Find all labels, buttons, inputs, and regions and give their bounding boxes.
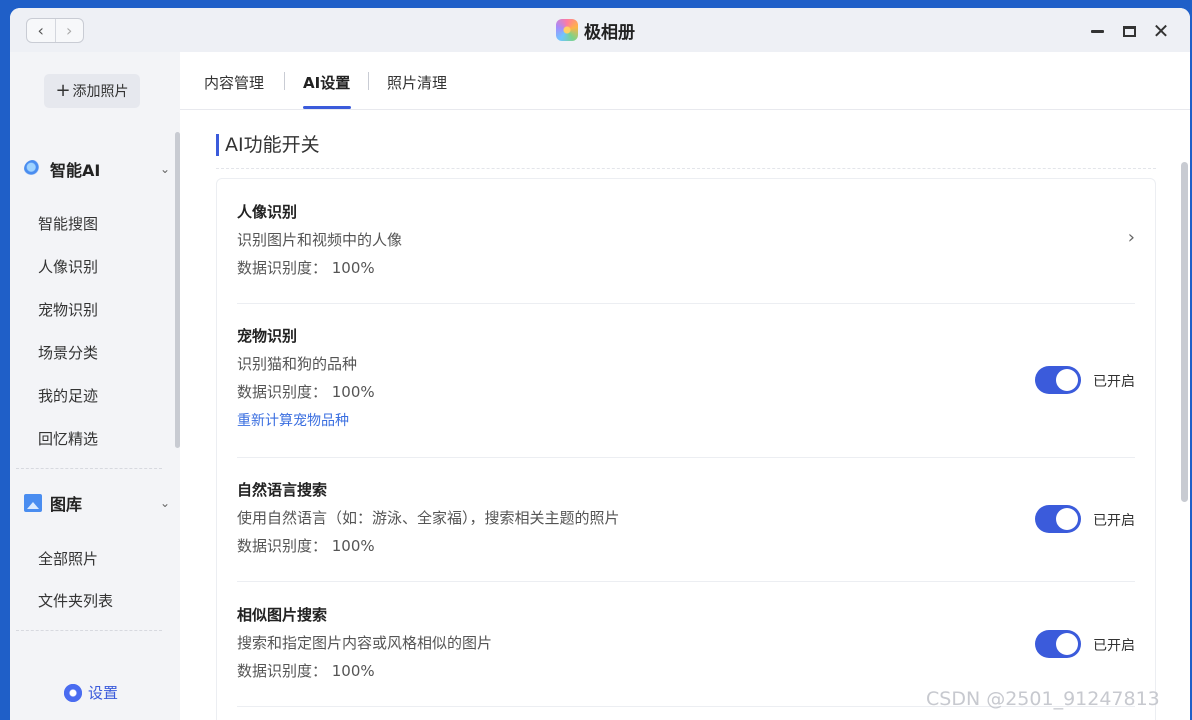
main-scrollbar[interactable] [1181, 162, 1188, 502]
gallery-icon [24, 494, 42, 512]
add-photo-button[interactable]: + 添加照片 [44, 74, 140, 108]
feature-accuracy: 数据识别度： 100% [237, 537, 375, 555]
chevron-right-icon[interactable]: › [1128, 227, 1135, 248]
feature-accuracy: 数据识别度： 100% [237, 383, 375, 401]
feature-title: 相似图片搜索 [237, 606, 328, 624]
main-panel: 内容管理 AI设置 照片清理 AI功能开关 人像识别 识别图片和视频中的人像 数… [180, 52, 1190, 720]
section-divider [216, 168, 1156, 169]
chevron-down-icon: ⌄ [159, 496, 170, 510]
sidebar-group-ai[interactable]: 智能AI ⌄ [24, 154, 174, 184]
feature-accuracy: 数据识别度： 100% [237, 259, 375, 277]
feature-description: 识别图片和视频中的人像 [237, 231, 403, 249]
settings-button[interactable]: 设置 [64, 682, 118, 703]
tab-separator [368, 72, 369, 90]
app-logo-icon [556, 19, 578, 41]
close-icon[interactable]: ✕ [1150, 19, 1172, 43]
toggle-state-label: 已开启 [1093, 374, 1135, 390]
tab-photo-cleanup[interactable]: 照片清理 [387, 72, 447, 93]
recalculate-pet-breed-link[interactable]: 重新计算宠物品种 [237, 410, 349, 430]
ai-search-icon [24, 160, 42, 178]
chevron-right-icon[interactable]: › [54, 19, 84, 42]
sidebar-divider [16, 630, 162, 631]
sidebar-item-memories[interactable]: 回忆精选 [38, 428, 98, 449]
tab-bar: 内容管理 AI设置 照片清理 [180, 52, 1190, 110]
similar-image-search-toggle[interactable] [1035, 630, 1081, 658]
sidebar-item-folders[interactable]: 文件夹列表 [38, 590, 113, 611]
chevron-down-icon: ⌄ [159, 162, 170, 176]
feature-title: 宠物识别 [237, 327, 298, 345]
plus-icon: + [55, 80, 71, 101]
feature-description: 识别猫和狗的品种 [237, 355, 358, 373]
minimize-icon[interactable] [1086, 20, 1108, 42]
tab-separator [284, 72, 285, 90]
sidebar-item-face[interactable]: 人像识别 [38, 256, 98, 277]
sidebar-item-pet[interactable]: 宠物识别 [38, 299, 98, 320]
app-title-text: 极相册 [584, 22, 635, 43]
app-window: ‹ › 极相册 ✕ + 添加照片 智能AI ⌄ 智能搜图 人像识别 宠物识别 场… [10, 8, 1190, 720]
feature-accuracy: 数据识别度： 100% [237, 662, 375, 680]
pet-recognition-toggle[interactable] [1035, 366, 1081, 394]
natural-language-search-toggle[interactable] [1035, 505, 1081, 533]
toggle-state-label: 已开启 [1093, 513, 1135, 529]
sidebar-item-scene[interactable]: 场景分类 [38, 342, 98, 363]
feature-divider [237, 303, 1135, 304]
sidebar-item-all-photos[interactable]: 全部照片 [38, 548, 98, 569]
sidebar-divider [16, 468, 162, 469]
feature-divider [237, 581, 1135, 582]
feature-title: 人像识别 [237, 203, 298, 221]
app-title: 极相册 [556, 18, 635, 43]
settings-label: 设置 [88, 684, 119, 702]
feature-description: 使用自然语言（如：游泳、全家福），搜索相关主题的照片 [237, 509, 620, 527]
section-title: AI功能开关 [216, 134, 320, 156]
sidebar-group-label: 图库 [50, 495, 83, 514]
tab-ai-settings[interactable]: AI设置 [303, 72, 350, 93]
title-bar: ‹ › 极相册 ✕ [10, 8, 1190, 52]
nav-arrows: ‹ › [26, 18, 84, 43]
sidebar-item-smart-search[interactable]: 智能搜图 [38, 213, 98, 234]
sidebar-group-label: 智能AI [50, 161, 101, 180]
watermark: CSDN @2501_91247813 [926, 688, 1160, 710]
active-tab-indicator [303, 106, 351, 109]
sidebar-group-gallery[interactable]: 图库 ⌄ [24, 488, 174, 518]
feature-description: 搜索和指定图片内容或风格相似的图片 [237, 634, 493, 652]
add-photo-label: 添加照片 [72, 84, 129, 100]
sidebar: + 添加照片 智能AI ⌄ 智能搜图 人像识别 宠物识别 场景分类 我的足迹 回… [10, 52, 180, 720]
sidebar-item-footprint[interactable]: 我的足迹 [38, 385, 98, 406]
feature-title: 自然语言搜索 [237, 481, 328, 499]
tab-content-management[interactable]: 内容管理 [204, 72, 264, 93]
ai-features-card: 人像识别 识别图片和视频中的人像 数据识别度： 100% › 宠物识别 识别猫和… [216, 178, 1156, 720]
maximize-icon[interactable] [1118, 20, 1140, 42]
gear-icon [64, 683, 82, 702]
feature-divider [237, 457, 1135, 458]
chevron-left-icon[interactable]: ‹ [27, 19, 55, 42]
toggle-state-label: 已开启 [1093, 638, 1135, 654]
